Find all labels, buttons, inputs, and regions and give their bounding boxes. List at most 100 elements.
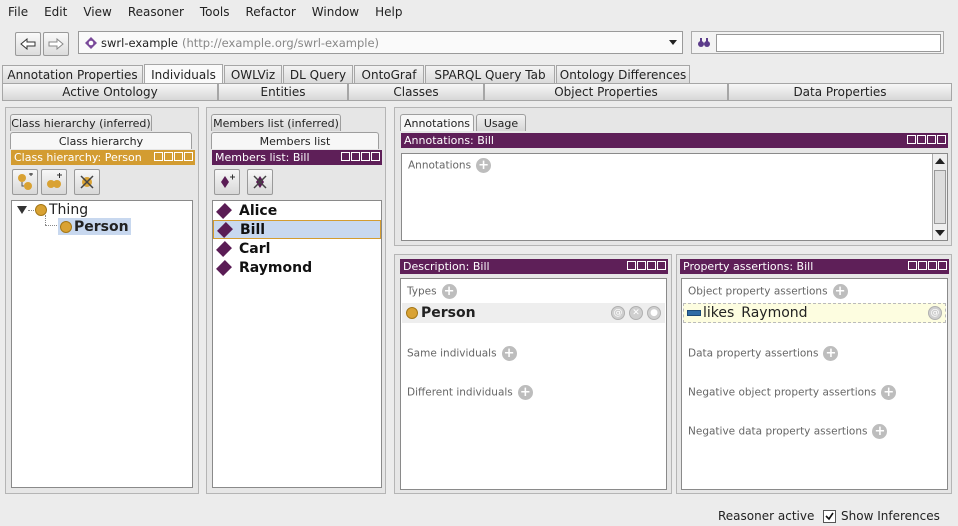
add-negative-object-property-icon[interactable]: + <box>881 385 897 400</box>
delete-individual-icon <box>253 175 267 189</box>
explain-icon[interactable]: ● <box>647 306 661 320</box>
annotations-header: Annotations: Bill <box>401 133 948 148</box>
minimize-icon[interactable] <box>351 152 360 161</box>
close-icon[interactable] <box>657 261 666 270</box>
members-list-header: Members list: Bill <box>212 150 382 165</box>
list-item-raymond[interactable]: Raymond <box>213 258 381 277</box>
tab-class-hierarchy-inferred[interactable]: Class hierarchy (inferred) <box>10 114 152 131</box>
menu-help[interactable]: Help <box>367 0 410 24</box>
toolbar: swrl-example (http://example.org/swrl-ex… <box>0 26 958 62</box>
class-hierarchy-title: Class hierarchy: Person <box>14 151 142 164</box>
tab-sparql-query[interactable]: SPARQL Query Tab <box>425 65 555 84</box>
annotations-label: Annotations <box>408 159 472 172</box>
minimize-icon[interactable] <box>917 135 926 144</box>
tree-node-person[interactable]: Person <box>58 218 131 235</box>
show-inferences-label[interactable]: Show Inferences <box>841 509 940 523</box>
expand-triangle-icon[interactable] <box>17 206 27 214</box>
tab-data-properties[interactable]: Data Properties <box>728 83 952 101</box>
add-sibling-class-button[interactable] <box>41 169 67 195</box>
show-inferences-checkbox[interactable] <box>823 510 836 523</box>
tab-ontology-differences[interactable]: Ontology Differences <box>556 65 690 84</box>
menu-file[interactable]: File <box>0 0 36 24</box>
view-controls <box>341 152 380 161</box>
search-input[interactable] <box>716 34 941 52</box>
list-item-alice[interactable]: Alice <box>213 201 381 220</box>
scroll-down-icon[interactable] <box>935 229 945 237</box>
menu-refactor[interactable]: Refactor <box>237 0 303 24</box>
tree-node-label: Person <box>74 218 129 235</box>
list-item-carl[interactable]: Carl <box>213 239 381 258</box>
add-object-property-icon[interactable]: + <box>832 284 848 299</box>
close-icon[interactable] <box>371 152 380 161</box>
tab-annotation-properties[interactable]: Annotation Properties <box>2 65 143 84</box>
add-same-individual-icon[interactable]: + <box>501 346 517 361</box>
annotate-icon[interactable]: @ <box>611 306 625 320</box>
delete-class-button[interactable] <box>74 169 100 195</box>
maximize-icon[interactable] <box>927 135 936 144</box>
tree-node-thing[interactable]: Thing <box>17 202 88 218</box>
view-controls <box>154 152 193 161</box>
tab-usage[interactable]: Usage <box>476 114 526 131</box>
split-icon[interactable] <box>907 135 916 144</box>
menu-window[interactable]: Window <box>304 0 367 24</box>
menu-edit[interactable]: Edit <box>36 0 75 24</box>
delete-icon[interactable]: ✕ <box>629 306 643 320</box>
list-item-bill[interactable]: Bill <box>213 220 381 239</box>
split-icon[interactable] <box>341 152 350 161</box>
add-individual-button[interactable] <box>214 169 240 195</box>
tab-object-properties[interactable]: Object Properties <box>484 83 728 101</box>
view-controls <box>907 135 946 144</box>
ontology-iri: (http://example.org/swrl-example) <box>181 35 380 50</box>
type-row[interactable]: Person @ ✕ ● <box>402 303 665 323</box>
scroll-thumb[interactable] <box>934 170 946 224</box>
minimize-icon[interactable] <box>164 152 173 161</box>
tab-dl-query[interactable]: DL Query <box>283 65 353 84</box>
add-different-individual-icon[interactable]: + <box>517 385 533 400</box>
close-icon[interactable] <box>938 261 947 270</box>
tab-entities[interactable]: Entities <box>218 83 348 101</box>
tab-members-inferred[interactable]: Members list (inferred) <box>211 114 341 131</box>
maximize-icon[interactable] <box>928 261 937 270</box>
class-tree: Thing Person <box>11 200 193 488</box>
menu-view[interactable]: View <box>75 0 119 24</box>
tab-annotations[interactable]: Annotations <box>400 114 474 131</box>
data-property-label: Data property assertions <box>688 347 819 360</box>
maximize-icon[interactable] <box>174 152 183 161</box>
back-button[interactable] <box>15 32 41 56</box>
annotate-icon[interactable]: @ <box>928 306 942 320</box>
menu-reasoner[interactable]: Reasoner <box>120 0 192 24</box>
add-subclass-button[interactable] <box>12 169 38 195</box>
add-data-property-icon[interactable]: + <box>823 346 839 361</box>
annotations-area: Annotations + <box>401 153 948 241</box>
close-icon[interactable] <box>937 135 946 144</box>
view-controls <box>627 261 666 270</box>
add-individual-icon <box>221 174 235 188</box>
scroll-up-icon[interactable] <box>935 157 945 165</box>
minimize-icon[interactable] <box>918 261 927 270</box>
forward-button[interactable] <box>43 32 69 56</box>
tab-class-hierarchy[interactable]: Class hierarchy <box>10 132 192 149</box>
tab-members-list[interactable]: Members list <box>211 132 379 149</box>
add-type-icon[interactable]: + <box>441 284 457 299</box>
tab-owlviz[interactable]: OWLViz <box>224 65 282 84</box>
add-sibling-icon <box>47 173 62 188</box>
maximize-icon[interactable] <box>361 152 370 161</box>
add-annotation-icon[interactable]: + <box>476 158 492 173</box>
tab-ontograf[interactable]: OntoGraf <box>354 65 424 84</box>
add-negative-data-property-icon[interactable]: + <box>872 424 888 439</box>
scrollbar[interactable] <box>932 154 947 240</box>
object-assertion-row[interactable]: likes Raymond @ <box>683 303 946 323</box>
tab-individuals[interactable]: Individuals <box>144 64 223 84</box>
split-icon[interactable] <box>627 261 636 270</box>
menu-tools[interactable]: Tools <box>192 0 238 24</box>
close-icon[interactable] <box>184 152 193 161</box>
split-icon[interactable] <box>154 152 163 161</box>
ontology-selector[interactable]: swrl-example (http://example.org/swrl-ex… <box>78 31 683 54</box>
maximize-icon[interactable] <box>647 261 656 270</box>
delete-individual-button[interactable] <box>247 169 273 195</box>
minimize-icon[interactable] <box>637 261 646 270</box>
tab-active-ontology[interactable]: Active Ontology <box>2 83 218 101</box>
tab-classes[interactable]: Classes <box>348 83 484 101</box>
different-individuals-section: Different individuals + <box>407 385 533 400</box>
split-icon[interactable] <box>908 261 917 270</box>
